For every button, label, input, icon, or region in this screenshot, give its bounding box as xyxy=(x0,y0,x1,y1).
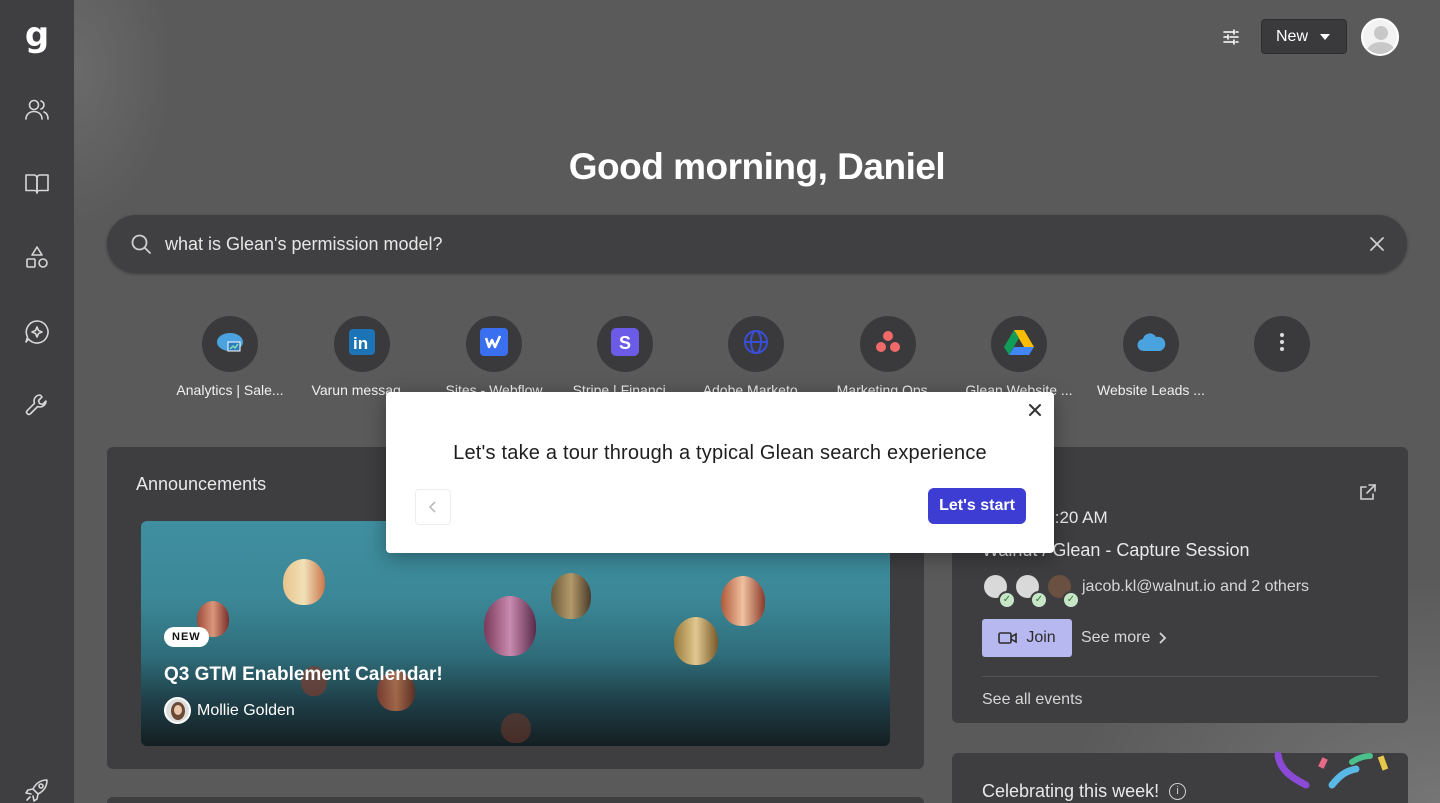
balloon-image xyxy=(501,713,531,743)
svg-text:S: S xyxy=(619,333,631,353)
external-link-icon[interactable] xyxy=(1358,482,1378,502)
tour-message: Let's take a tour through a typical Glea… xyxy=(453,442,987,464)
attendee-avatar: ✓ xyxy=(1046,573,1080,609)
celebrating-title: Celebrating this week! i xyxy=(982,781,1187,802)
bottom-panel xyxy=(107,797,924,803)
shortcut-adobe-marketo[interactable]: Adobe Marketo... xyxy=(691,316,821,398)
shortcut-stripe[interactable]: S Stripe | Financi... xyxy=(560,316,690,398)
video-camera-icon xyxy=(998,632,1018,644)
previous-button[interactable] xyxy=(415,489,451,525)
info-icon[interactable]: i xyxy=(1169,783,1187,800)
background-pattern xyxy=(74,0,174,230)
divider xyxy=(982,676,1378,677)
shortcut-label: Website Leads ... xyxy=(1097,382,1205,398)
balloon-image xyxy=(283,559,325,605)
chevron-left-icon xyxy=(428,501,436,513)
shortcut-linkedin[interactable]: in Varun messag... xyxy=(297,316,427,398)
people-icon[interactable] xyxy=(20,93,54,127)
announcements-title: Announcements xyxy=(136,474,267,494)
asana-icon xyxy=(874,328,902,361)
wrench-icon[interactable] xyxy=(20,388,54,422)
attendees: ✓ ✓ ✓ jacob.kl@walnut.io and 2 others xyxy=(982,573,1310,609)
shortcut-webflow[interactable]: Sites - Webflow xyxy=(429,316,559,398)
shortcut-marketing-ops[interactable]: Marketing Ops... xyxy=(823,316,953,398)
celebrating-title-text: Celebrating this week! xyxy=(982,781,1160,801)
linkedin-icon: in xyxy=(349,328,375,360)
assistant-icon[interactable] xyxy=(20,315,54,349)
shortcut-more[interactable] xyxy=(1217,316,1347,382)
see-all-events-link[interactable]: See all events xyxy=(982,691,1083,709)
search-bar xyxy=(107,215,1407,273)
glean-logo-icon[interactable]: g xyxy=(18,18,56,56)
google-drive-icon xyxy=(1004,329,1034,360)
new-button[interactable]: New xyxy=(1261,19,1347,54)
balloon-image xyxy=(551,573,591,619)
filter-settings-icon[interactable] xyxy=(1216,22,1246,52)
see-more-label: See more xyxy=(1081,629,1151,646)
salesforce-icon xyxy=(1136,331,1166,358)
tour-modal: Let's take a tour through a typical Glea… xyxy=(386,392,1054,553)
book-icon[interactable] xyxy=(20,166,54,200)
stripe-icon: S xyxy=(611,327,639,361)
clear-search-icon[interactable] xyxy=(1367,234,1387,254)
balloon-image xyxy=(721,576,765,626)
shortcut-analytics-salesforce[interactable]: Analytics | Sale... xyxy=(165,316,295,398)
greeting-title: Good morning, Daniel xyxy=(568,146,946,187)
confetti-icon xyxy=(1274,751,1389,789)
balloon-image xyxy=(674,617,718,665)
new-button-label: New xyxy=(1276,27,1309,45)
join-label: Join xyxy=(1026,629,1056,646)
globe-icon xyxy=(742,328,770,361)
balloon-image xyxy=(484,596,536,656)
attendee-avatar: ✓ xyxy=(982,573,1016,609)
svg-text:in: in xyxy=(353,334,368,353)
lets-start-button[interactable]: Let's start xyxy=(928,488,1026,524)
author-avatar xyxy=(164,697,191,724)
check-icon: ✓ xyxy=(998,591,1016,609)
shortcut-label: Analytics | Sale... xyxy=(176,382,284,398)
check-icon: ✓ xyxy=(1030,591,1048,609)
rocket-icon[interactable] xyxy=(20,773,54,803)
shortcut-website-leads[interactable]: Website Leads ... xyxy=(1086,316,1216,398)
announcement-headline: Q3 GTM Enablement Calendar! xyxy=(164,664,443,685)
see-more-link[interactable]: See more xyxy=(1081,629,1168,647)
more-vertical-icon xyxy=(1279,332,1285,357)
sidebar: g xyxy=(0,0,74,803)
user-avatar[interactable] xyxy=(1361,18,1399,56)
author-name: Mollie Golden xyxy=(197,701,295,719)
join-button[interactable]: Join xyxy=(982,619,1072,657)
close-icon[interactable] xyxy=(1028,403,1042,417)
check-icon: ✓ xyxy=(1062,591,1080,609)
shapes-icon[interactable] xyxy=(20,241,54,275)
search-input[interactable] xyxy=(165,229,1315,259)
shortcut-glean-website[interactable]: Glean Website ... xyxy=(954,316,1084,398)
search-icon xyxy=(129,232,153,256)
new-badge: NEW xyxy=(164,627,209,647)
attendee-avatar: ✓ xyxy=(1014,573,1048,609)
chevron-right-icon xyxy=(1159,632,1167,644)
attendees-text: jacob.kl@walnut.io and 2 others xyxy=(1082,577,1310,595)
salesforce-analytics-icon xyxy=(215,330,245,359)
webflow-icon xyxy=(480,327,508,361)
caret-down-icon xyxy=(1320,33,1331,40)
announcement-card[interactable]: NEW Q3 GTM Enablement Calendar! Mollie G… xyxy=(141,521,890,746)
announcement-author: Mollie Golden xyxy=(164,697,295,724)
